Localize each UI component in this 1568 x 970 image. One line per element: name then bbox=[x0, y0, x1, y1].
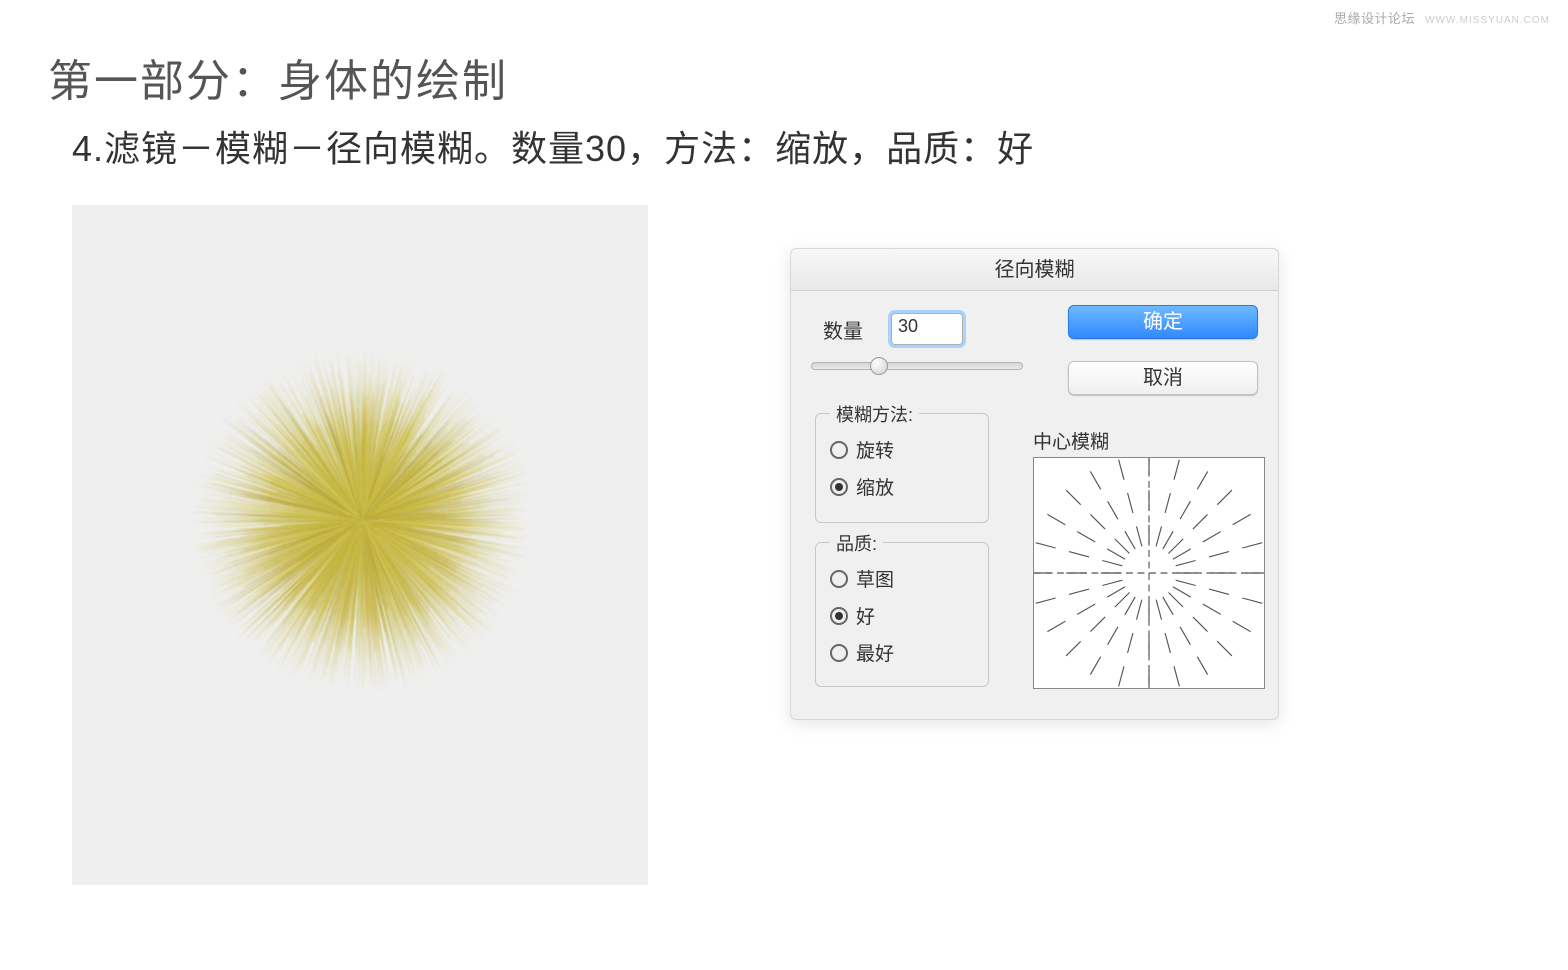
quality-group: 品质: 草图 好 最好 bbox=[815, 542, 989, 687]
amount-row: 数量 30 bbox=[823, 313, 1023, 345]
amount-value: 30 bbox=[898, 316, 918, 336]
radio-method-zoom[interactable]: 缩放 bbox=[830, 473, 974, 500]
radio-label: 最好 bbox=[856, 639, 894, 666]
radial-blur-result-image bbox=[177, 335, 547, 705]
preview-canvas bbox=[72, 205, 648, 885]
radio-label: 缩放 bbox=[856, 473, 894, 500]
page-title: 第一部分：身体的绘制 bbox=[48, 45, 508, 109]
amount-slider-thumb[interactable] bbox=[870, 357, 888, 375]
watermark-site: WWW.MISSYUAN.COM bbox=[1425, 15, 1550, 26]
blur-center-preview[interactable] bbox=[1033, 457, 1265, 689]
radio-icon bbox=[830, 478, 848, 496]
quality-legend: 品质: bbox=[830, 530, 883, 556]
radio-label: 好 bbox=[856, 602, 875, 629]
radio-label: 草图 bbox=[856, 565, 894, 592]
watermark-text: 思缘设计论坛 bbox=[1334, 11, 1415, 26]
radio-quality-best[interactable]: 最好 bbox=[830, 639, 974, 666]
radio-method-spin[interactable]: 旋转 bbox=[830, 436, 974, 463]
radio-icon bbox=[830, 570, 848, 588]
radio-icon bbox=[830, 644, 848, 662]
amount-slider[interactable] bbox=[811, 362, 1023, 370]
watermark: 思缘设计论坛 WWW.MISSYUAN.COM bbox=[1334, 8, 1550, 27]
amount-label: 数量 bbox=[823, 315, 863, 344]
blur-method-group: 模糊方法: 旋转 缩放 bbox=[815, 413, 989, 523]
radio-quality-draft[interactable]: 草图 bbox=[830, 565, 974, 592]
center-blur-label: 中心模糊 bbox=[1033, 427, 1109, 454]
radio-icon bbox=[830, 441, 848, 459]
tutorial-step-text: 4.滤镜－模糊－径向模糊。数量30，方法：缩放，品质：好 bbox=[72, 120, 1034, 172]
radial-blur-dialog: 径向模糊 数量 30 确定 取消 模糊方法: 旋转 缩放 品质: 草图 好 bbox=[790, 248, 1279, 720]
dialog-title: 径向模糊 bbox=[791, 249, 1278, 291]
cancel-button[interactable]: 取消 bbox=[1068, 361, 1258, 395]
radio-label: 旋转 bbox=[856, 436, 894, 463]
radio-quality-good[interactable]: 好 bbox=[830, 602, 974, 629]
radio-icon bbox=[830, 607, 848, 625]
amount-input[interactable]: 30 bbox=[891, 313, 963, 345]
blur-method-legend: 模糊方法: bbox=[830, 401, 919, 427]
ok-button[interactable]: 确定 bbox=[1068, 305, 1258, 339]
